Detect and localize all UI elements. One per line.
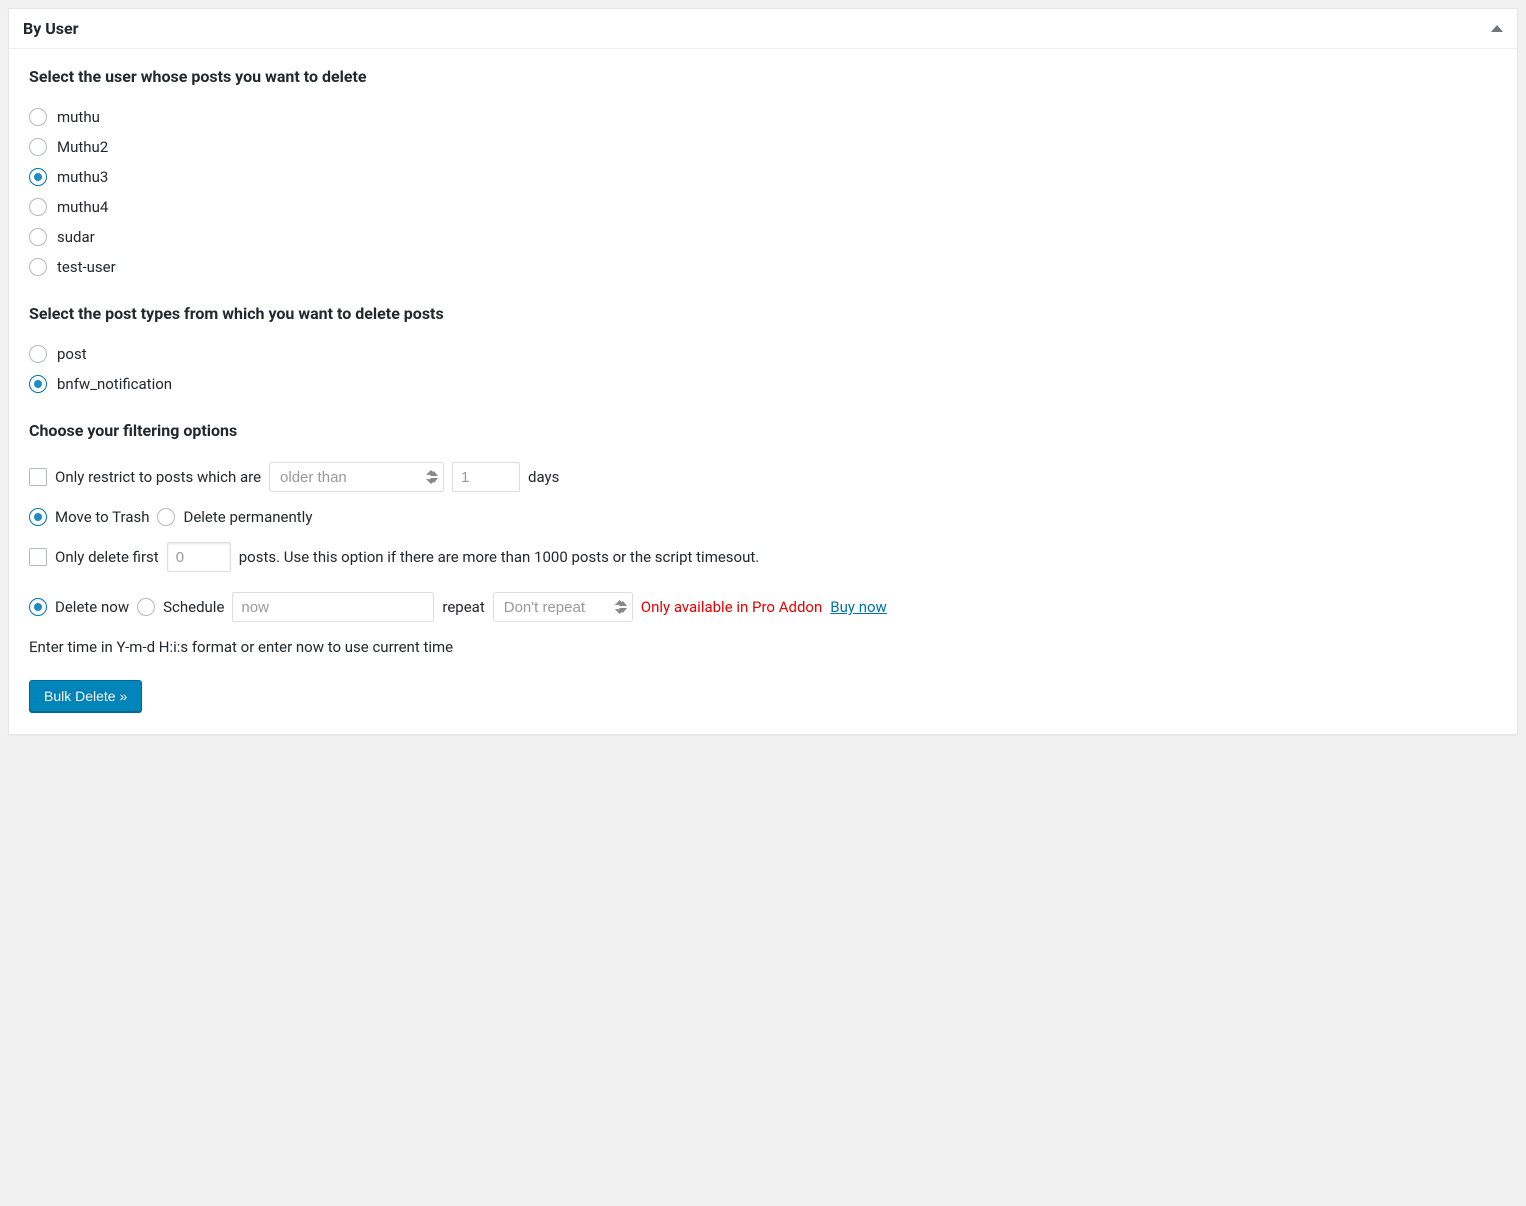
user-label[interactable]: sudar: [57, 228, 95, 246]
metabox-body: Select the user whose posts you want to …: [9, 49, 1517, 734]
by-user-metabox: By User Select the user whose posts you …: [8, 8, 1518, 735]
post-type-radio-bnfw[interactable]: [29, 375, 47, 393]
delete-permanently-radio[interactable]: [157, 508, 175, 526]
user-radio-row: Muthu2: [29, 138, 1497, 156]
user-radio-sudar[interactable]: [29, 228, 47, 246]
collapse-icon[interactable]: [1491, 25, 1503, 32]
user-label[interactable]: test-user: [57, 258, 116, 276]
limit-filter-row: Only delete first posts. Use this option…: [29, 542, 1497, 572]
buy-now-link[interactable]: Buy now: [830, 598, 887, 616]
pro-addon-text: Only available in Pro Addon: [641, 598, 823, 616]
user-label[interactable]: Muthu2: [57, 138, 108, 156]
select-user-heading: Select the user whose posts you want to …: [29, 67, 1497, 86]
user-radio-muthu3[interactable]: [29, 168, 47, 186]
only-delete-first-label[interactable]: Only delete first: [55, 548, 159, 566]
delete-now-label[interactable]: Delete now: [55, 598, 129, 616]
schedule-filter-row: Delete now Schedule repeat Don't repeat …: [29, 592, 1497, 622]
restrict-filter-row: Only restrict to posts which are older t…: [29, 462, 1497, 492]
user-label[interactable]: muthu3: [57, 168, 108, 186]
only-delete-first-checkbox[interactable]: [29, 548, 47, 566]
restrict-select-wrapper: older than: [269, 462, 444, 492]
user-radio-row: muthu3: [29, 168, 1497, 186]
post-type-label[interactable]: bnfw_notification: [57, 375, 172, 393]
schedule-time-input[interactable]: [232, 592, 434, 622]
delete-now-radio[interactable]: [29, 598, 47, 616]
user-radio-row: test-user: [29, 258, 1497, 276]
user-radio-muthu4[interactable]: [29, 198, 47, 216]
panel-title: By User: [23, 19, 79, 38]
user-radio-muthu[interactable]: [29, 108, 47, 126]
user-radio-muthu2[interactable]: [29, 138, 47, 156]
restrict-checkbox[interactable]: [29, 468, 47, 486]
user-radio-list: muthu Muthu2 muthu3 muthu4 sudar test-us…: [29, 108, 1497, 276]
repeat-select-wrapper: Don't repeat: [493, 592, 633, 622]
user-radio-test-user[interactable]: [29, 258, 47, 276]
move-trash-radio[interactable]: [29, 508, 47, 526]
select-post-types-heading: Select the post types from which you wan…: [29, 304, 1497, 323]
post-type-radio-row: post: [29, 345, 1497, 363]
trash-filter-row: Move to Trash Delete permanently: [29, 508, 1497, 526]
repeat-select[interactable]: Don't repeat: [493, 592, 633, 622]
user-label[interactable]: muthu: [57, 108, 100, 126]
bulk-delete-button[interactable]: Bulk Delete »: [29, 680, 142, 712]
delete-permanently-label[interactable]: Delete permanently: [183, 508, 312, 526]
user-label[interactable]: muthu4: [57, 198, 108, 216]
only-delete-first-input[interactable]: [167, 542, 231, 572]
metabox-header[interactable]: By User: [9, 9, 1517, 49]
repeat-label: repeat: [442, 598, 484, 616]
user-radio-row: muthu4: [29, 198, 1497, 216]
user-radio-row: sudar: [29, 228, 1497, 246]
restrict-days-suffix: days: [528, 468, 559, 486]
post-type-radio-row: bnfw_notification: [29, 375, 1497, 393]
restrict-select[interactable]: older than: [269, 462, 444, 492]
post-type-label[interactable]: post: [57, 345, 87, 363]
filtering-heading: Choose your filtering options: [29, 421, 1497, 440]
user-radio-row: muthu: [29, 108, 1497, 126]
time-format-hint: Enter time in Y-m-d H:i:s format or ente…: [29, 638, 1497, 656]
move-trash-label[interactable]: Move to Trash: [55, 508, 149, 526]
restrict-days-input[interactable]: [452, 462, 520, 492]
post-type-radio-post[interactable]: [29, 345, 47, 363]
restrict-label[interactable]: Only restrict to posts which are: [55, 468, 261, 486]
post-type-radio-list: post bnfw_notification: [29, 345, 1497, 393]
only-delete-first-suffix: posts. Use this option if there are more…: [239, 548, 760, 566]
schedule-radio[interactable]: [137, 598, 155, 616]
schedule-label[interactable]: Schedule: [163, 598, 224, 616]
